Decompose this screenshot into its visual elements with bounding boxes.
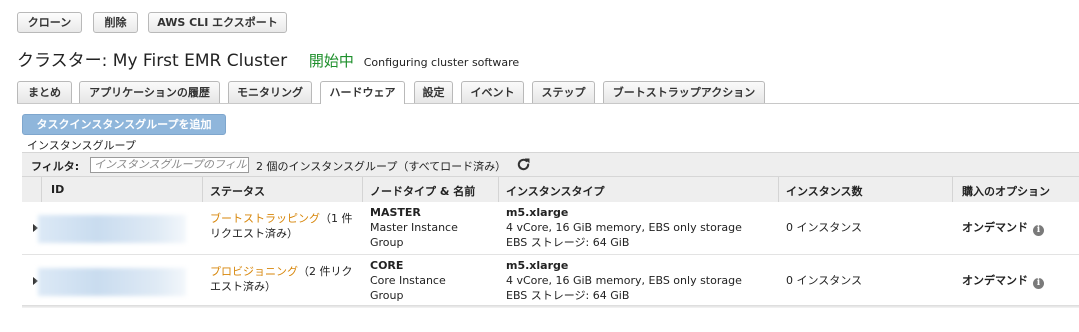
node-type-cell: MASTER Master Instance Group bbox=[370, 205, 495, 250]
node-name: Group bbox=[370, 236, 404, 249]
info-icon[interactable]: i bbox=[1033, 278, 1044, 289]
column-divider bbox=[778, 177, 779, 202]
column-divider bbox=[952, 177, 953, 202]
purchase-option: オンデマンド bbox=[962, 221, 1028, 234]
tab-summary[interactable]: まとめ bbox=[17, 81, 72, 103]
filter-input[interactable]: インスタンスグループのフィルタ bbox=[90, 157, 249, 173]
purchase-option-cell: オンデマンド i bbox=[962, 220, 1044, 236]
tab-hardware[interactable]: ハードウェア bbox=[320, 81, 405, 104]
instance-spec: 4 vCore, 16 GiB memory, EBS only storage bbox=[506, 221, 742, 234]
node-name: Group bbox=[370, 289, 404, 302]
status-detail: エスト済み） bbox=[210, 280, 276, 293]
instance-type: m5.xlarge bbox=[506, 206, 569, 219]
node-name: Master Instance bbox=[370, 221, 458, 234]
section-label: インスタンスグループ bbox=[27, 139, 136, 152]
instance-type-cell: m5.xlarge 4 vCore, 16 GiB memory, EBS on… bbox=[506, 258, 776, 303]
status-cell: プロビジョニング（2 件リク エスト済み） bbox=[210, 264, 360, 294]
filter-label: フィルタ: bbox=[31, 160, 80, 173]
instance-spec: 4 vCore, 16 GiB memory, EBS only storage bbox=[506, 274, 742, 287]
node-type: CORE bbox=[370, 259, 404, 272]
clone-button[interactable]: クローン bbox=[17, 12, 82, 33]
column-header-instance-count[interactable]: インスタンス数 bbox=[786, 183, 863, 199]
ebs-storage: EBS ストレージ: 64 GiB bbox=[506, 289, 630, 302]
tab-monitoring[interactable]: モニタリング bbox=[228, 81, 312, 103]
column-header-purchase-option[interactable]: 購入のオプション bbox=[962, 183, 1050, 199]
node-type-cell: CORE Core Instance Group bbox=[370, 258, 495, 303]
add-task-instance-group-button[interactable]: タスクインスタンスグループを追加 bbox=[22, 114, 226, 135]
column-divider bbox=[41, 177, 42, 202]
column-divider bbox=[498, 177, 499, 202]
status-link[interactable]: プロビジョニング bbox=[210, 265, 298, 278]
tab-bootstrap-actions[interactable]: ブートストラップアクション bbox=[603, 81, 765, 103]
column-header-instance-type[interactable]: インスタンスタイプ bbox=[506, 183, 605, 199]
aws-cli-export-button[interactable]: AWS CLI エクスポート bbox=[148, 12, 287, 33]
instance-group-id-redacted bbox=[38, 215, 186, 243]
cluster-state: 開始中 bbox=[308, 52, 354, 70]
instance-count: 0 インスタンス bbox=[786, 221, 863, 234]
status-cell: ブートストラッピング（1 件 リクエスト済み） bbox=[210, 211, 360, 241]
tab-events[interactable]: イベント bbox=[461, 81, 524, 103]
filter-summary: 2 個のインスタンスグループ（すべてロード済み） bbox=[256, 160, 507, 173]
column-header-id[interactable]: ID bbox=[51, 183, 64, 196]
purchase-option-cell: オンデマンド i bbox=[962, 273, 1044, 289]
status-detail: （1 件 bbox=[320, 212, 353, 225]
ebs-storage: EBS ストレージ: 64 GiB bbox=[506, 236, 630, 249]
status-link[interactable]: ブートストラッピング bbox=[210, 212, 320, 225]
status-detail: （2 件リク bbox=[298, 265, 353, 278]
instance-group-id-redacted bbox=[38, 268, 186, 296]
instance-type-cell: m5.xlarge 4 vCore, 16 GiB memory, EBS on… bbox=[506, 205, 776, 250]
instance-type: m5.xlarge bbox=[506, 259, 569, 272]
page-title: クラスター: My First EMR Cluster bbox=[17, 51, 288, 71]
status-detail: リクエスト済み） bbox=[210, 227, 298, 240]
column-header-status[interactable]: ステータス bbox=[210, 183, 265, 199]
instance-count: 0 インスタンス bbox=[786, 274, 863, 287]
delete-button[interactable]: 削除 bbox=[93, 12, 138, 33]
cluster-state-detail: Configuring cluster software bbox=[363, 56, 520, 69]
table-row: プロビジョニング（2 件リク エスト済み） CORE Core Instance… bbox=[22, 255, 1079, 307]
info-icon[interactable]: i bbox=[1033, 225, 1044, 236]
tab-application-history[interactable]: アプリケーションの履歴 bbox=[79, 81, 220, 103]
purchase-option: オンデマンド bbox=[962, 274, 1028, 287]
node-name: Core Instance bbox=[370, 274, 446, 287]
node-type: MASTER bbox=[370, 206, 421, 219]
tab-configuration[interactable]: 設定 bbox=[414, 81, 453, 103]
tab-steps[interactable]: ステップ bbox=[532, 81, 595, 103]
column-header-node-type[interactable]: ノードタイプ & 名前 bbox=[370, 183, 475, 199]
refresh-icon[interactable] bbox=[516, 157, 531, 172]
filter-bar: フィルタ: インスタンスグループのフィルタ 2 個のインスタンスグループ（すべて… bbox=[22, 152, 1079, 177]
tab-divider bbox=[17, 103, 1079, 104]
cluster-header: クラスター: My First EMR Cluster 開始中 Configur… bbox=[17, 46, 519, 71]
table-bottom-edge bbox=[22, 305, 1079, 308]
table-row: ブートストラッピング（1 件 リクエスト済み） MASTER Master In… bbox=[22, 202, 1079, 254]
column-divider bbox=[362, 177, 363, 202]
column-divider bbox=[202, 177, 203, 202]
table-header: ID ステータス ノードタイプ & 名前 インスタンスタイプ インスタンス数 購… bbox=[22, 176, 1079, 203]
